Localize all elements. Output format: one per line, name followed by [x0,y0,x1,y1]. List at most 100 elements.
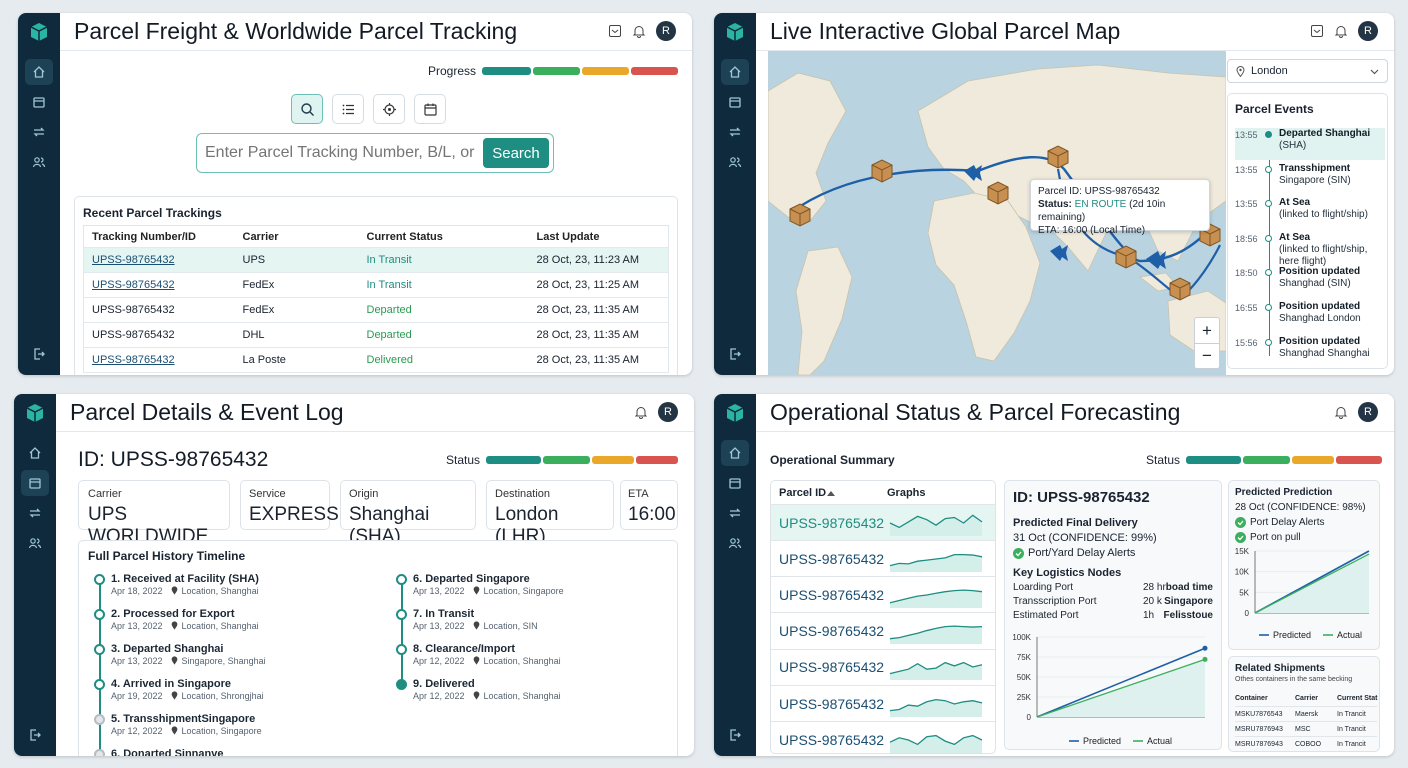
avatar[interactable]: R [656,21,676,41]
nav-home[interactable] [25,59,53,85]
timeline-event[interactable]: 3. Departed Shanghai Apr 13, 2022 Singapor… [111,643,381,666]
table-row[interactable]: UPSS-98765432 [771,505,995,541]
event-item[interactable]: 15:56 Position updated Shanghad Shanghai [1235,336,1385,368]
parcel-marker[interactable] [987,181,1009,205]
event-item[interactable]: 13:55 At Sea (linked to flight/ship) [1235,197,1385,229]
inbox-icon[interactable] [608,24,622,38]
nav-logout[interactable] [721,722,749,748]
timeline-event[interactable]: 6. Donarted Sinnanve [111,748,381,756]
event-item[interactable]: 18:56 At Sea (linked to flight/ship, here … [1235,232,1385,267]
timeline-event[interactable]: 4. Arrived in Singapore Apr 19, 2022 Locat… [111,678,381,701]
y-tick: 0 [1027,713,1032,722]
bell-icon[interactable] [1334,24,1348,38]
nav-users[interactable] [721,149,749,175]
nav-logout[interactable] [721,341,749,367]
parcel-id[interactable]: UPSS-98765432 [771,696,888,712]
y-tick: 100K [1012,633,1031,642]
parcel-id[interactable]: UPSS-98765432 [771,623,888,639]
avatar[interactable]: R [1358,402,1378,422]
nav-transfers[interactable] [721,119,749,145]
tracking-id[interactable]: UPSS-98765432 [83,297,235,323]
event-item[interactable]: 18:50 Position updated Shanghad (SIN) [1235,266,1385,298]
sort-up-icon[interactable] [827,490,835,496]
bell-icon[interactable] [1334,405,1348,419]
tab-locate[interactable] [373,94,405,124]
nav-users[interactable] [721,530,749,556]
nav-transfers[interactable] [25,119,53,145]
avatar[interactable]: R [658,402,678,422]
zoom-in-button[interactable]: + [1195,318,1219,344]
event-item[interactable]: 16:55 Position updated Shanghad London [1235,301,1385,333]
parcel-marker[interactable] [1169,277,1191,301]
location-select[interactable]: London [1227,59,1388,83]
bell-icon[interactable] [632,24,646,38]
nav-transfers[interactable] [21,500,49,526]
timeline-event[interactable]: 2. Processed for Export Apr 13, 2022 Locat… [111,608,381,631]
parcel-id[interactable]: UPSS-98765432 [771,732,888,748]
table-row[interactable]: MSRU7876943 COBOO In Trancit [1235,737,1377,751]
table-row[interactable]: UPSS-98765432 FedEx Departed 28 Oct, 23, 11… [83,297,669,323]
parcel-marker[interactable] [1115,245,1137,269]
tab-search[interactable] [291,94,323,124]
nav-home[interactable] [721,59,749,85]
col-parcel-id[interactable]: Parcel ID [779,487,826,499]
parcel-marker[interactable] [789,203,811,227]
timeline-event[interactable]: 7. In Transit Apr 13, 2022 Location, SIN [413,608,683,631]
table-row[interactable]: UPSS-98765432 [771,722,995,753]
nav-users[interactable] [21,530,49,556]
parcel-marker[interactable] [1047,145,1069,169]
parcel-id[interactable]: UPSS-98765432 [771,551,888,567]
parcel-id: ID: UPSS-98765432 [78,448,269,471]
related-sub: Othes containers in the same becking [1235,676,1353,683]
chevron-down-icon [1370,69,1379,75]
table-row[interactable]: UPSS-98765432 UPS In Transit 28 Oct, 23, 11… [83,247,669,273]
timeline-event[interactable]: 9. Delivered Apr 12, 2022 Location, Shangh… [413,678,683,701]
table-row[interactable]: UPSS-98765432 FedEx In Transit 28 Oct, 23, … [83,272,669,298]
timeline-event[interactable]: 1. Received at Facility (SHA) Apr 18, 202… [111,573,381,596]
parcel-id[interactable]: UPSS-98765432 [771,515,888,531]
table-row[interactable]: MSRU7876943 MSC In Trancit [1235,722,1377,737]
timeline-event[interactable]: 5. TransshipmentSingapore Apr 12, 2022 Loc… [111,713,381,736]
nav-home[interactable] [721,440,749,466]
nav-logout[interactable] [21,722,49,748]
table-row[interactable]: UPSS-98765432 La Poste Delivered 28 Oct, 23… [83,347,669,373]
parcel-marker[interactable] [871,159,893,183]
target-icon [382,102,396,116]
parcel-id[interactable]: UPSS-98765432 [771,659,888,675]
search-button[interactable]: Search [483,138,549,168]
nav-calendar[interactable] [25,89,53,115]
table-row[interactable]: UPSS-98765432 DHL Departed 28 Oct, 23, 11:3… [83,322,669,348]
parcel-id[interactable]: UPSS-98765432 [771,587,888,603]
table-row[interactable]: UPSS-98765432 [771,541,995,578]
nav-transfers[interactable] [721,500,749,526]
tracking-id[interactable]: UPSS-98765432 [83,347,235,373]
nav-calendar[interactable] [721,89,749,115]
nav-users[interactable] [25,149,53,175]
event-item[interactable]: 13:55 Transshipment Singapore (SIN) [1235,163,1385,195]
home-icon [29,447,41,459]
tracking-id[interactable]: UPSS-98765432 [83,272,235,298]
bell-icon[interactable] [634,405,648,419]
tracking-id[interactable]: UPSS-98765432 [83,247,235,273]
nav-home[interactable] [21,440,49,466]
avatar[interactable]: R [1358,21,1378,41]
tab-list[interactable] [332,94,364,124]
nav-logout[interactable] [25,341,53,367]
table-row[interactable]: UPSS-98765432 [771,686,995,722]
table-row[interactable]: UPSS-98765432 [771,614,995,650]
nav-calendar[interactable] [21,470,49,496]
zoom-out-button[interactable]: − [1195,344,1219,369]
calendar-icon [729,97,741,108]
search-input[interactable] [205,140,477,166]
inbox-icon[interactable] [1310,24,1324,38]
nav-calendar[interactable] [721,470,749,496]
timeline-event[interactable]: 8. Clearance/Import Apr 12, 2022 Location,… [413,643,683,666]
tracking-id[interactable]: UPSS-98765432 [83,322,235,348]
event-item[interactable]: 13:55 Departed Shanghai (SHA) [1235,128,1385,160]
tab-calendar[interactable] [414,94,446,124]
table-row[interactable]: UPSS-98765432 [771,650,995,686]
map-popup[interactable]: Parcel ID: UPSS-98765432 Status: EN ROUT… [1030,179,1210,236]
table-row[interactable]: UPSS-98765432 [771,577,995,614]
table-row[interactable]: MSKU7876543 Maersk In Trancit [1235,707,1377,722]
timeline-event[interactable]: 6. Departed Singapore Apr 13, 2022 Locatio… [413,573,683,596]
